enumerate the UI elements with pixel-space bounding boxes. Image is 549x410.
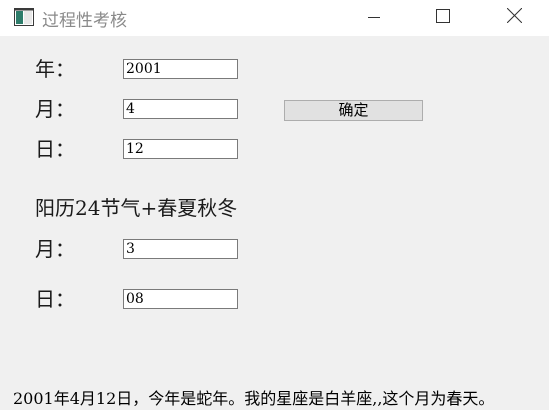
day-label: 日： (35, 137, 75, 161)
month-label: 月： (35, 97, 75, 121)
month-input[interactable]: 4 (123, 99, 238, 119)
close-button[interactable] (491, 0, 537, 34)
year-label: 年： (35, 57, 75, 81)
window-title: 过程性考核 (42, 11, 127, 31)
app-window-icon (14, 8, 34, 26)
solar-month-field[interactable]: 3 (123, 239, 238, 259)
maximize-icon (436, 8, 450, 27)
solar-day-label: 日： (35, 287, 75, 311)
close-icon (506, 7, 522, 27)
minimize-button[interactable] (351, 0, 397, 34)
solar-terms-heading: 阳历24节气+春夏秋冬 (35, 196, 238, 220)
solar-day-field[interactable]: 08 (123, 289, 238, 309)
solar-month-label: 月： (35, 237, 75, 261)
confirm-button[interactable]: 确定 (284, 100, 423, 121)
maximize-button[interactable] (420, 0, 466, 34)
day-input[interactable]: 12 (123, 139, 238, 159)
app-window: 过程性考核 年： 2001 月： 4 确定 日： 12 阳历24节气+春夏秋冬 … (0, 0, 549, 410)
year-input[interactable]: 2001 (123, 59, 238, 79)
minimize-icon (368, 8, 380, 27)
result-text: 2001年4月12日，今年是蛇年。我的星座是白羊座,,这个月为春天。 (13, 389, 495, 408)
title-bar[interactable]: 过程性考核 (0, 0, 549, 36)
